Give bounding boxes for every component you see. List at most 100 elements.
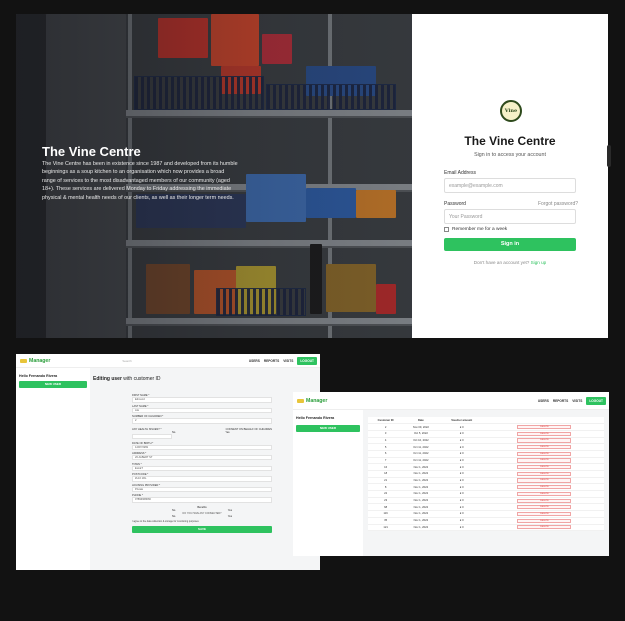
side-handle (607, 145, 611, 167)
delete-button[interactable]: DELETE (517, 465, 572, 470)
hero-description: The Vine Centre has been in existence si… (42, 161, 238, 201)
table-row: 21 Nov 1, 2022 £ 0 DELETE (368, 477, 604, 485)
nav-users[interactable]: USERS (249, 359, 260, 363)
date-cell: Nov 09, 2022 (403, 423, 439, 431)
remember-me[interactable]: Remember me for a week (444, 227, 507, 232)
customers-table-card: Customer ID Date Voucher amount 2 Nov 09,… (368, 417, 604, 532)
town-input[interactable]: ELLET (132, 465, 272, 472)
delete-cell: DELETE (484, 517, 604, 525)
table-row: 5 Oct 11, 2022 £ 0 DELETE (368, 443, 604, 451)
date-cell: Oct 5, 2022 (403, 430, 439, 438)
table-row: 35 Nov 1, 2022 £ 0 DELETE (368, 517, 604, 525)
new-user-button[interactable]: NEW USER (19, 381, 87, 388)
delete-button[interactable]: DELETE (517, 485, 572, 490)
logout-button[interactable]: LOGOUT (297, 356, 317, 365)
remember-checkbox[interactable] (444, 227, 449, 232)
delete-button[interactable]: DELETE (517, 478, 572, 483)
delete-cell: DELETE (484, 497, 604, 505)
nav-reports[interactable]: REPORTS (264, 359, 279, 363)
customer-id-cell: 6 (368, 450, 404, 458)
first-name-input[interactable]: Edmund (132, 397, 272, 403)
brand-2[interactable]: Manager (297, 398, 327, 404)
edit-heading: Editing user with customer ID (93, 376, 161, 382)
nav-links-2: USERS REPORTS VISITS LOGOUT (538, 396, 606, 405)
signup-prompt: Don't have an account yet? Sign up (412, 260, 608, 265)
nav-visits-2[interactable]: VISITS (572, 399, 582, 403)
customer-id-cell: 35 (368, 517, 404, 525)
phone-input[interactable]: 07893968066 (132, 497, 272, 503)
connected-yes[interactable]: Yes (228, 515, 232, 518)
delete-button[interactable]: DELETE (517, 445, 572, 450)
delete-button[interactable]: DELETE (517, 518, 572, 523)
agree-checkbox[interactable]: I agree to the data collection & storage… (132, 520, 272, 523)
sign-in-button[interactable]: Sign in (444, 238, 576, 251)
nav-visits[interactable]: VISITS (283, 359, 293, 363)
delete-button[interactable]: DELETE (517, 451, 572, 456)
sign-up-link[interactable]: Sign up (531, 260, 547, 265)
delete-button[interactable]: DELETE (517, 525, 572, 530)
logout-button-2[interactable]: LOGOUT (586, 396, 606, 405)
delete-button[interactable]: DELETE (517, 424, 572, 430)
search-input[interactable]: Search (122, 359, 132, 363)
voucher-cell: £ 0 (438, 497, 485, 505)
edit-heading-bold: Editing user (93, 376, 122, 382)
health-label: ANY HEALTH ISSUES? * (132, 427, 162, 431)
consent-yes[interactable]: Yes (225, 431, 229, 434)
table-row: 121 Nov 1, 2022 £ 0 DELETE (368, 524, 604, 532)
customer-id-cell: 21 (368, 477, 404, 485)
col-actions (484, 417, 604, 425)
address-input[interactable]: 20 ALBERT ST (132, 455, 272, 461)
brand[interactable]: Manager (20, 358, 50, 364)
col-customer-id: Customer ID (368, 417, 404, 425)
voucher-cell: £ 0 (438, 457, 485, 465)
customer-id-cell: 2 (368, 423, 404, 431)
consent-no[interactable]: No (172, 431, 175, 434)
housing-input[interactable]: Private (132, 486, 272, 493)
delete-button[interactable]: DELETE (517, 505, 572, 510)
benefits-yes[interactable]: Yes (228, 509, 232, 512)
delete-cell: DELETE (484, 503, 604, 512)
delete-button[interactable]: DELETE (517, 431, 572, 436)
children-input[interactable]: 2 (132, 418, 272, 424)
delete-button[interactable]: DELETE (517, 458, 572, 463)
delete-button[interactable]: DELETE (517, 511, 572, 517)
new-user-button-2[interactable]: NEW USER (296, 425, 360, 432)
save-button[interactable]: SAVE (132, 525, 272, 533)
nav-users-2[interactable]: USERS (538, 399, 549, 403)
customers-screen: Manager USERS REPORTS VISITS LOGOUT Hell… (293, 392, 609, 556)
delete-button[interactable]: DELETE (517, 438, 572, 443)
delete-button[interactable]: DELETE (517, 491, 572, 496)
hero-title: The Vine Centre (42, 144, 141, 159)
children-label: NUMBER OF CHILDREN * (132, 415, 164, 419)
customer-id-cell: 18 (368, 470, 404, 478)
email-field[interactable]: example@example.com (444, 178, 576, 193)
table-row: 23 Nov 1, 2022 £ 0 DELETE (368, 497, 604, 505)
connected-no[interactable]: No (172, 515, 175, 518)
delete-button[interactable]: DELETE (517, 498, 572, 503)
voucher-cell: £ 0 (438, 443, 485, 451)
delete-cell: DELETE (484, 470, 604, 478)
delete-cell: DELETE (484, 490, 604, 498)
voucher-cell: £ 0 (438, 437, 485, 445)
date-cell: Nov 1, 2022 (403, 524, 439, 532)
delete-cell: DELETE (484, 477, 604, 485)
delete-button[interactable]: DELETE (517, 471, 572, 476)
last-name-input[interactable]: Lile (132, 407, 272, 414)
forgot-password-link[interactable]: Forgot password? (538, 201, 578, 207)
password-field[interactable]: Your Password (444, 209, 576, 224)
voucher-cell: £ 0 (438, 423, 485, 431)
health-input[interactable] (132, 433, 172, 440)
postcode-input[interactable]: ZL10 1RL (132, 476, 272, 482)
customer-id-cell: 8 (368, 483, 404, 492)
date-cell: Nov 1, 2022 (403, 483, 439, 492)
brand-name-2: Manager (306, 397, 328, 404)
nav-reports-2[interactable]: REPORTS (553, 399, 568, 403)
voucher-cell: £ 0 (438, 470, 485, 478)
table-row: 2 Nov 09, 2022 £ 0 DELETE (368, 423, 604, 431)
benefits-no[interactable]: No (172, 509, 175, 512)
table-row: 116 Nov 1, 2022 £ 0 DELETE (368, 510, 604, 518)
voucher-cell: £ 0 (438, 503, 485, 512)
date-cell: Oct 11, 2022 (403, 443, 439, 451)
vine-logo-icon (20, 358, 27, 363)
dob-input[interactable]: 12/07/1969 (132, 444, 272, 450)
